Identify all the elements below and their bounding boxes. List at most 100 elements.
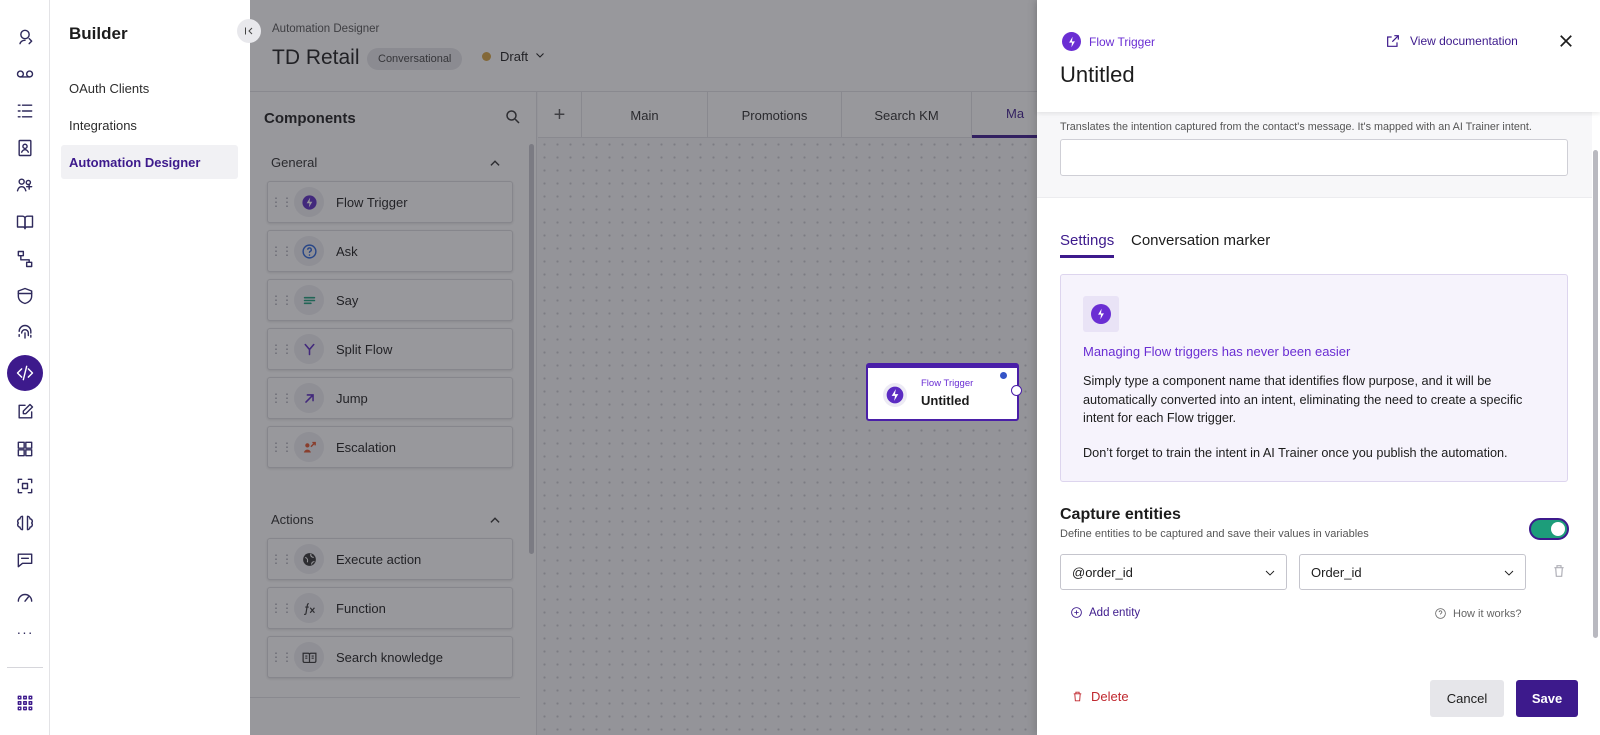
breadcrumb[interactable]: Automation Designer [272, 23, 379, 35]
tab-search-km[interactable]: Search KM [842, 92, 972, 138]
tab-main[interactable]: Main [582, 92, 708, 138]
tab-conversation-marker[interactable]: Conversation marker [1131, 232, 1270, 255]
rail-more-icon[interactable]: ··· [0, 624, 50, 640]
rail-brain-icon[interactable] [8, 506, 41, 539]
book-icon [294, 642, 324, 672]
rail-gauge-icon[interactable] [8, 580, 41, 613]
rail-apps-grid-icon[interactable] [8, 686, 41, 719]
toggle-knob [1551, 522, 1565, 536]
flow-canvas[interactable] [538, 138, 1038, 735]
collapse-sidebar-button[interactable] [237, 19, 261, 43]
status-dropdown[interactable]: Draft [482, 49, 546, 64]
entity-select-value: @order_id [1072, 564, 1133, 580]
drag-handle-icon[interactable]: ⋮⋮ [268, 391, 294, 405]
component-split-flow[interactable]: ⋮⋮ Split Flow [267, 328, 513, 370]
component-label: Jump [336, 390, 368, 406]
app-nav-rail: ··· [0, 0, 50, 735]
variable-select[interactable]: Order_id [1299, 554, 1526, 590]
tab-settings[interactable]: Settings [1060, 232, 1115, 258]
tab-promotions[interactable]: Promotions [708, 92, 842, 138]
cancel-button[interactable]: Cancel [1430, 680, 1504, 717]
rail-dashboard-icon[interactable] [8, 432, 41, 465]
save-button[interactable]: Save [1516, 680, 1578, 717]
component-label: Function [336, 600, 386, 616]
delete-label: Delete [1091, 689, 1129, 704]
drag-handle-icon[interactable]: ⋮⋮ [268, 195, 294, 209]
view-documentation-link[interactable]: View documentation [1385, 33, 1518, 49]
info-bolt-badge [1083, 296, 1119, 332]
component-execute-action[interactable]: ⋮⋮ Execute action [267, 538, 513, 580]
capture-entities-description: Define entities to be captured and save … [1060, 528, 1369, 540]
component-label: Say [336, 292, 359, 308]
rail-bot-icon[interactable] [8, 20, 41, 53]
component-say[interactable]: ⋮⋮ Say [267, 279, 513, 321]
delete-entity-trash-icon[interactable] [1551, 563, 1567, 579]
entity-select[interactable]: @order_id [1060, 554, 1287, 590]
rail-list-icon[interactable] [8, 94, 41, 127]
capture-entities-toggle[interactable] [1529, 518, 1569, 540]
tab-active-flow[interactable]: Ma [972, 92, 1038, 138]
rail-fingerprint-icon[interactable] [8, 316, 41, 349]
collapse-left-icon [245, 27, 253, 35]
node-output-port[interactable] [1011, 385, 1022, 396]
rail-chat-icon[interactable] [8, 543, 41, 576]
add-entity-button[interactable]: Add entity [1070, 606, 1140, 619]
drawer-type-label: Flow Trigger [1089, 34, 1156, 49]
rail-team-icon[interactable] [8, 168, 41, 201]
drag-handle-icon[interactable]: ⋮⋮ [268, 552, 294, 566]
external-link-icon [1387, 35, 1399, 47]
drag-handle-icon[interactable]: ⋮⋮ [268, 244, 294, 258]
rail-automation-designer-icon[interactable] [7, 355, 43, 391]
rail-select-frame-icon[interactable] [8, 469, 41, 502]
add-flow-tab-button[interactable]: + [538, 92, 582, 138]
drawer-scrollbar[interactable] [1593, 150, 1598, 638]
flow-tabs-bar: + Main Promotions Search KM Ma [538, 92, 1038, 138]
component-label: Flow Trigger [336, 194, 408, 210]
component-jump[interactable]: ⋮⋮ Jump [267, 377, 513, 419]
builder-item-automation-designer[interactable]: Automation Designer [61, 145, 238, 179]
chevron-down-icon [534, 49, 546, 64]
drag-handle-icon[interactable]: ⋮⋮ [268, 342, 294, 356]
component-ask[interactable]: ⋮⋮ Ask [267, 230, 513, 272]
designer-header: Automation Designer TD Retail Conversati… [250, 0, 1038, 92]
component-function[interactable]: ⋮⋮ Function [267, 587, 513, 629]
drag-handle-icon[interactable]: ⋮⋮ [268, 601, 294, 615]
components-title: Components [264, 110, 356, 127]
node-title: Untitled [921, 393, 970, 408]
chevron-up-icon[interactable] [488, 513, 502, 527]
search-icon[interactable] [504, 108, 522, 126]
rail-voicemail-icon[interactable] [8, 57, 41, 90]
question-icon [294, 236, 324, 266]
rail-flow-icon[interactable] [8, 242, 41, 275]
drag-handle-icon[interactable]: ⋮⋮ [268, 650, 294, 664]
chevron-down-icon [1265, 570, 1275, 576]
intent-input[interactable] [1060, 139, 1568, 176]
bolt-icon [1062, 32, 1081, 51]
drag-handle-icon[interactable]: ⋮⋮ [268, 293, 294, 307]
lines-icon [294, 285, 324, 315]
how-it-works-label: How it works? [1453, 607, 1522, 620]
component-flow-trigger[interactable]: ⋮⋮ Flow Trigger [267, 181, 513, 223]
component-escalation[interactable]: ⋮⋮ Escalation [267, 426, 513, 468]
bolt-icon [1091, 304, 1111, 324]
components-divider [250, 697, 520, 698]
drag-handle-icon[interactable]: ⋮⋮ [268, 440, 294, 454]
components-scrollbar[interactable] [529, 144, 534, 554]
rail-contacts-icon[interactable] [8, 131, 41, 164]
builder-item-oauth-clients[interactable]: OAuth Clients [61, 71, 238, 105]
rail-shield-icon[interactable] [8, 279, 41, 312]
how-it-works-link[interactable]: How it works? [1434, 607, 1521, 620]
flow-trigger-node[interactable]: Flow Trigger Untitled [866, 363, 1022, 421]
add-entity-label: Add entity [1089, 606, 1141, 619]
rail-book-icon[interactable] [8, 205, 41, 238]
delete-button[interactable]: Delete [1071, 689, 1129, 704]
type-chip: Conversational [367, 48, 463, 70]
builder-item-integrations[interactable]: Integrations [61, 108, 238, 142]
component-search-knowledge[interactable]: ⋮⋮ Search knowledge [267, 636, 513, 678]
arrow-up-right-icon [294, 383, 324, 413]
rail-edit-icon[interactable] [8, 395, 41, 428]
component-label: Ask [336, 243, 358, 259]
bolt-icon [294, 187, 324, 217]
close-icon[interactable] [1557, 32, 1575, 50]
chevron-up-icon[interactable] [488, 156, 502, 170]
